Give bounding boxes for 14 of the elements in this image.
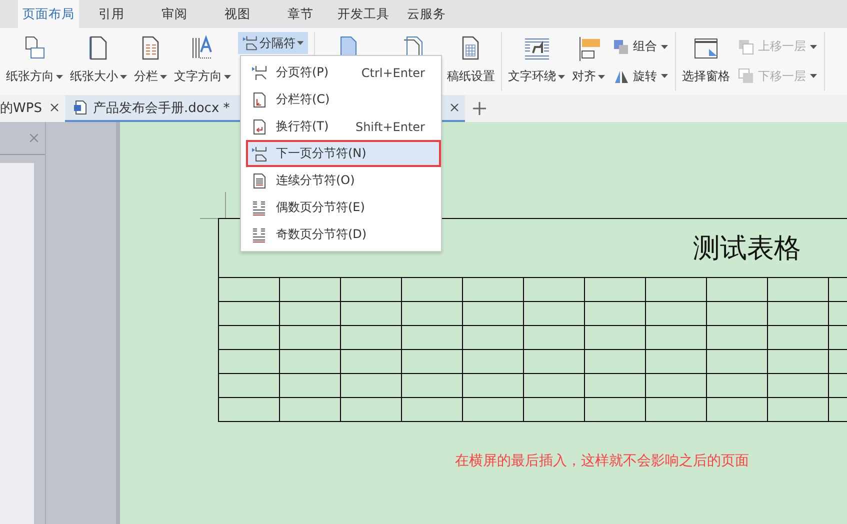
- button-label: 纸张方向: [6, 68, 54, 85]
- button-label: 选择窗格: [682, 68, 730, 85]
- button-label: 纸张大小: [70, 68, 118, 85]
- button-label: 文字环绕: [508, 68, 556, 85]
- table-title: 测试表格: [693, 232, 801, 266]
- button-label: 稿纸设置: [447, 68, 495, 85]
- note-text: 在横屏的最后插入，这样就不会影响之后的页面: [455, 452, 750, 470]
- button-label: 对齐: [572, 68, 596, 85]
- tab-label: 的WPS: [0, 100, 42, 116]
- button-label: 文字方向: [174, 68, 222, 85]
- shortcut-text: Shift+Enter: [355, 120, 425, 134]
- tab-label: 产品发布会手册.docx *: [92, 100, 230, 116]
- button-label: 分栏: [134, 68, 158, 85]
- shortcut-text: Ctrl+Enter: [361, 66, 425, 80]
